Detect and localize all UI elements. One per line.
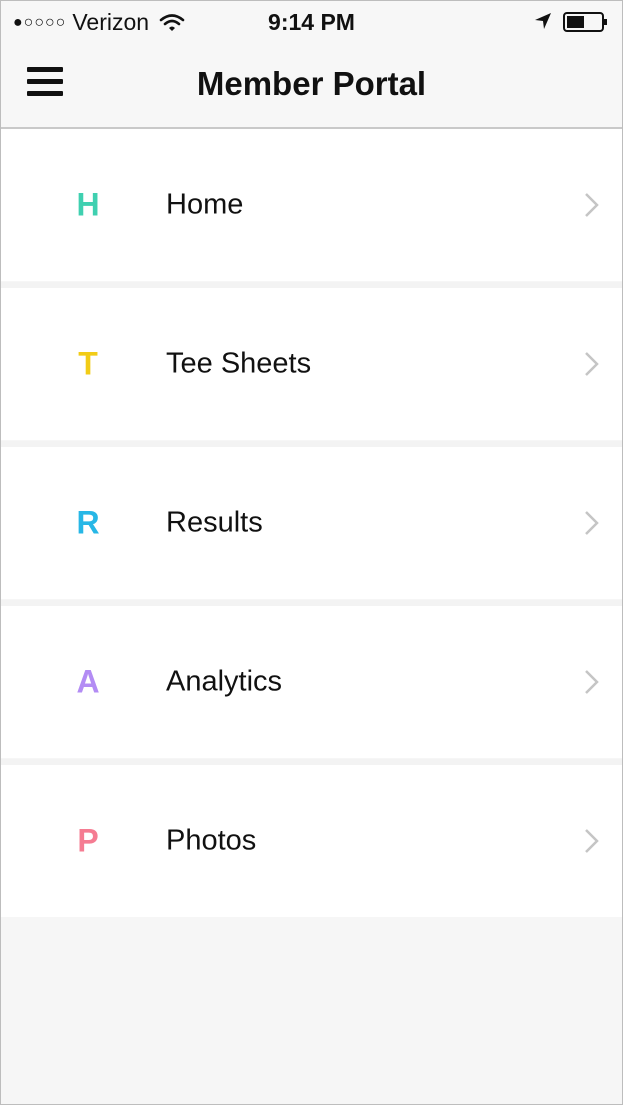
- menu-item-label: Results: [166, 506, 263, 539]
- menu-item-label: Home: [166, 188, 244, 221]
- battery-icon: [563, 12, 607, 32]
- menu-item-label: Tee Sheets: [166, 347, 312, 380]
- menu-item-analytics[interactable]: A Analytics: [1, 606, 622, 758]
- clock-time: 9:14 PM: [268, 9, 355, 35]
- location-arrow-icon: [535, 13, 551, 29]
- menu-item-label: Analytics: [166, 665, 283, 698]
- chevron-right-icon: [585, 511, 599, 535]
- portal-menu: H Home T Tee Sheets R Results A Analytic…: [1, 129, 622, 918]
- menu-item-letter-icon: A: [76, 663, 100, 700]
- menu-item-photos[interactable]: P Photos: [1, 765, 622, 917]
- chevron-right-icon: [585, 352, 599, 376]
- menu-item-label: Photos: [166, 824, 257, 857]
- app-header: ●○○○○ Verizon 9:14 PM Member Portal: [1, 1, 622, 129]
- app-screen: ●○○○○ Verizon 9:14 PM Member Portal H Ho…: [0, 0, 623, 1105]
- chevron-right-icon: [585, 829, 599, 853]
- chevron-right-icon: [585, 193, 599, 217]
- menu-item-results[interactable]: R Results: [1, 447, 622, 599]
- menu-item-home[interactable]: H Home: [1, 129, 622, 281]
- chevron-right-icon: [585, 670, 599, 694]
- menu-item-letter-icon: P: [77, 822, 99, 859]
- navigation-bar: Member Portal: [1, 43, 622, 127]
- status-bar: ●○○○○ Verizon 9:14 PM: [1, 1, 622, 41]
- menu-item-letter-icon: T: [78, 345, 98, 382]
- menu-item-letter-icon: H: [76, 186, 100, 223]
- page-title: Member Portal: [196, 65, 427, 102]
- menu-item-letter-icon: R: [76, 504, 100, 541]
- menu-item-tee-sheets[interactable]: T Tee Sheets: [1, 288, 622, 440]
